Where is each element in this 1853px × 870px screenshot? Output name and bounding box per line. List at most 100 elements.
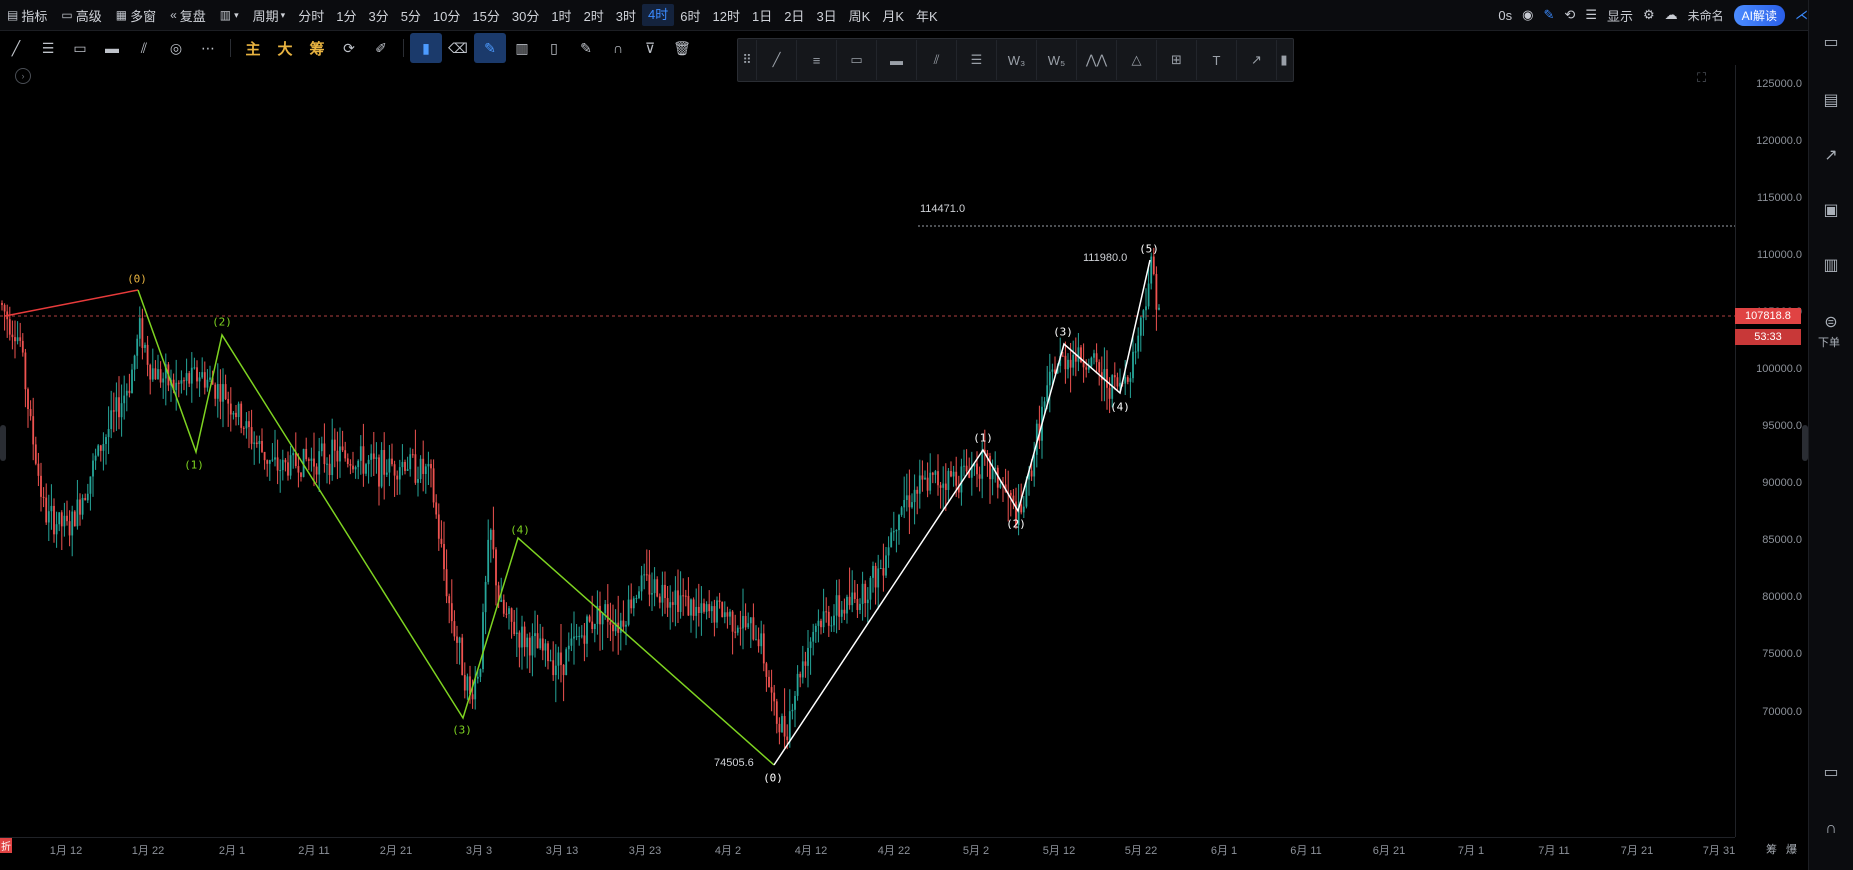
candle-body — [856, 598, 859, 611]
period-1[interactable]: 1分 — [330, 0, 362, 30]
order-icon[interactable]: ⊜ — [1821, 312, 1841, 332]
parallel-icon[interactable]: ⫽ — [128, 33, 160, 63]
pen-icon[interactable]: ✎ — [1544, 7, 1555, 23]
period-5[interactable]: 15分 — [466, 0, 505, 30]
candle-body — [661, 584, 664, 603]
candle-body — [799, 673, 802, 678]
target-icon[interactable]: ◎ — [160, 33, 192, 63]
ai-analysis-button[interactable]: AI解读 — [1733, 4, 1785, 26]
candle-body — [120, 403, 123, 418]
indicator-icon: ▤ — [7, 8, 19, 22]
candle-body — [123, 395, 126, 404]
layout-icon[interactable]: ▭ — [1821, 762, 1841, 782]
candle-body — [853, 592, 856, 599]
candlestick-chart[interactable] — [0, 65, 1735, 837]
period-select[interactable]: 周期 ▾ — [246, 0, 293, 30]
rotate-icon[interactable]: ⟲ — [1564, 7, 1575, 23]
replay-button[interactable]: «复盘 — [163, 0, 213, 30]
chip-button[interactable]: 筹 — [301, 33, 333, 63]
period-12[interactable]: 12时 — [707, 0, 746, 30]
period-2[interactable]: 3分 — [362, 0, 394, 30]
wave-drawings[interactable] — [0, 225, 1735, 766]
multiwindow-button[interactable]: ▦ 多窗 — [109, 0, 163, 30]
share-icon[interactable]: ⋌ — [1795, 7, 1808, 23]
ticket-icon[interactable]: ▥ — [1821, 255, 1841, 275]
clipboard-icon[interactable]: ▯ — [538, 33, 570, 63]
chart-type-button[interactable]: ▥ ▾ — [213, 0, 246, 30]
candle-body — [40, 475, 42, 497]
candle-body — [1061, 355, 1064, 357]
candle-body — [505, 613, 508, 615]
green-wave-line[interactable] — [137, 289, 775, 766]
unnamed-layout[interactable]: 未命名 — [1688, 7, 1724, 24]
candle-body — [138, 318, 141, 339]
candle-body — [885, 555, 887, 576]
candle-body — [157, 369, 159, 380]
monitor-icon[interactable]: ▣ — [1821, 200, 1841, 220]
period-16[interactable]: 周K — [843, 0, 877, 30]
trendline-icon[interactable]: ╱ — [0, 33, 32, 63]
advanced-button[interactable]: ▭ 高级 — [54, 0, 108, 30]
brush-icon[interactable]: ✐ — [365, 33, 397, 63]
candle-body — [305, 448, 308, 460]
settings-icon[interactable]: ⚙ — [1643, 7, 1655, 23]
candle-body — [749, 617, 752, 624]
panel-collapse-handle[interactable] — [1802, 425, 1808, 461]
wallet-icon[interactable]: ▤ — [1821, 90, 1841, 110]
ruler-icon[interactable]: ▬ — [96, 33, 128, 63]
document-icon[interactable]: ▭ — [1821, 32, 1841, 52]
candle-body — [250, 427, 253, 444]
eraser-icon[interactable]: ⌫ — [442, 33, 474, 63]
period-0[interactable]: 分时 — [292, 0, 330, 30]
period-14[interactable]: 2日 — [778, 0, 810, 30]
period-10[interactable]: 4时 — [642, 4, 675, 26]
period-15[interactable]: 3日 — [810, 0, 842, 30]
period-18[interactable]: 年K — [910, 0, 944, 30]
time-tick: 5月 22 — [1124, 845, 1158, 857]
white-wave-line[interactable] — [773, 259, 1151, 766]
candle-body — [635, 598, 638, 600]
draw-pen-icon[interactable]: ✎ — [474, 33, 506, 63]
filter-icon[interactable]: ⊽ — [634, 33, 666, 63]
fullscreen-icon[interactable]: ⛶ — [1697, 70, 1706, 86]
candle-body — [924, 477, 926, 480]
chart-collapse-icon[interactable]: › — [15, 68, 31, 84]
period-11[interactable]: 6时 — [674, 0, 706, 30]
time-tick: 3月 23 — [628, 845, 662, 857]
rect-icon[interactable]: ▭ — [64, 33, 96, 63]
candle-body — [1158, 307, 1160, 310]
period-17[interactable]: 月K — [876, 0, 910, 30]
display-button[interactable]: 显示 — [1607, 6, 1633, 25]
red-trend-line[interactable] — [4, 289, 139, 317]
headset-icon[interactable]: ∩ — [1821, 820, 1841, 840]
candle-body — [320, 443, 323, 452]
candle-body — [339, 446, 341, 462]
list-icon[interactable]: ☰ — [1585, 7, 1597, 23]
period-9[interactable]: 3时 — [610, 0, 642, 30]
chart-up-icon[interactable]: ↗ — [1821, 145, 1841, 165]
period-4[interactable]: 10分 — [427, 0, 466, 30]
trash-icon[interactable]: 🗑 — [666, 33, 698, 63]
camera-icon[interactable]: ◉ — [1522, 7, 1533, 23]
left-collapse-handle[interactable] — [0, 425, 6, 461]
big-order-button[interactable]: 大 — [269, 33, 301, 63]
period-13[interactable]: 1日 — [746, 0, 778, 30]
bookmark-icon[interactable]: ▮ — [410, 33, 442, 63]
period-8[interactable]: 2时 — [578, 0, 610, 30]
main-indicator-button[interactable]: 主 — [237, 33, 269, 63]
price-axis[interactable]: 125000.0120000.0115000.0110000.0105000.0… — [1735, 65, 1810, 837]
period-7[interactable]: 1时 — [545, 0, 577, 30]
magnet-icon[interactable]: ∩ — [602, 33, 634, 63]
time-axis[interactable]: 1月 12 1月 22 2月 1 2月 11 2月 21 3月 3 3月 13 3月 23 4月… — [0, 837, 1735, 862]
order-label[interactable]: 下单 — [1818, 334, 1840, 350]
candle-body — [918, 475, 921, 494]
candle-body — [349, 464, 352, 466]
candles-icon[interactable]: ▥ — [506, 33, 538, 63]
sync-icon[interactable]: ⟳ — [333, 33, 365, 63]
note-icon[interactable]: ✎ — [570, 33, 602, 63]
period-3[interactable]: 5分 — [395, 0, 427, 30]
period-6[interactable]: 30分 — [506, 0, 545, 30]
more-icon[interactable]: ⋯ — [192, 33, 224, 63]
hline-icon[interactable]: ☰ — [32, 33, 64, 63]
indicator-button[interactable]: ▤ 指标 — [0, 0, 54, 30]
